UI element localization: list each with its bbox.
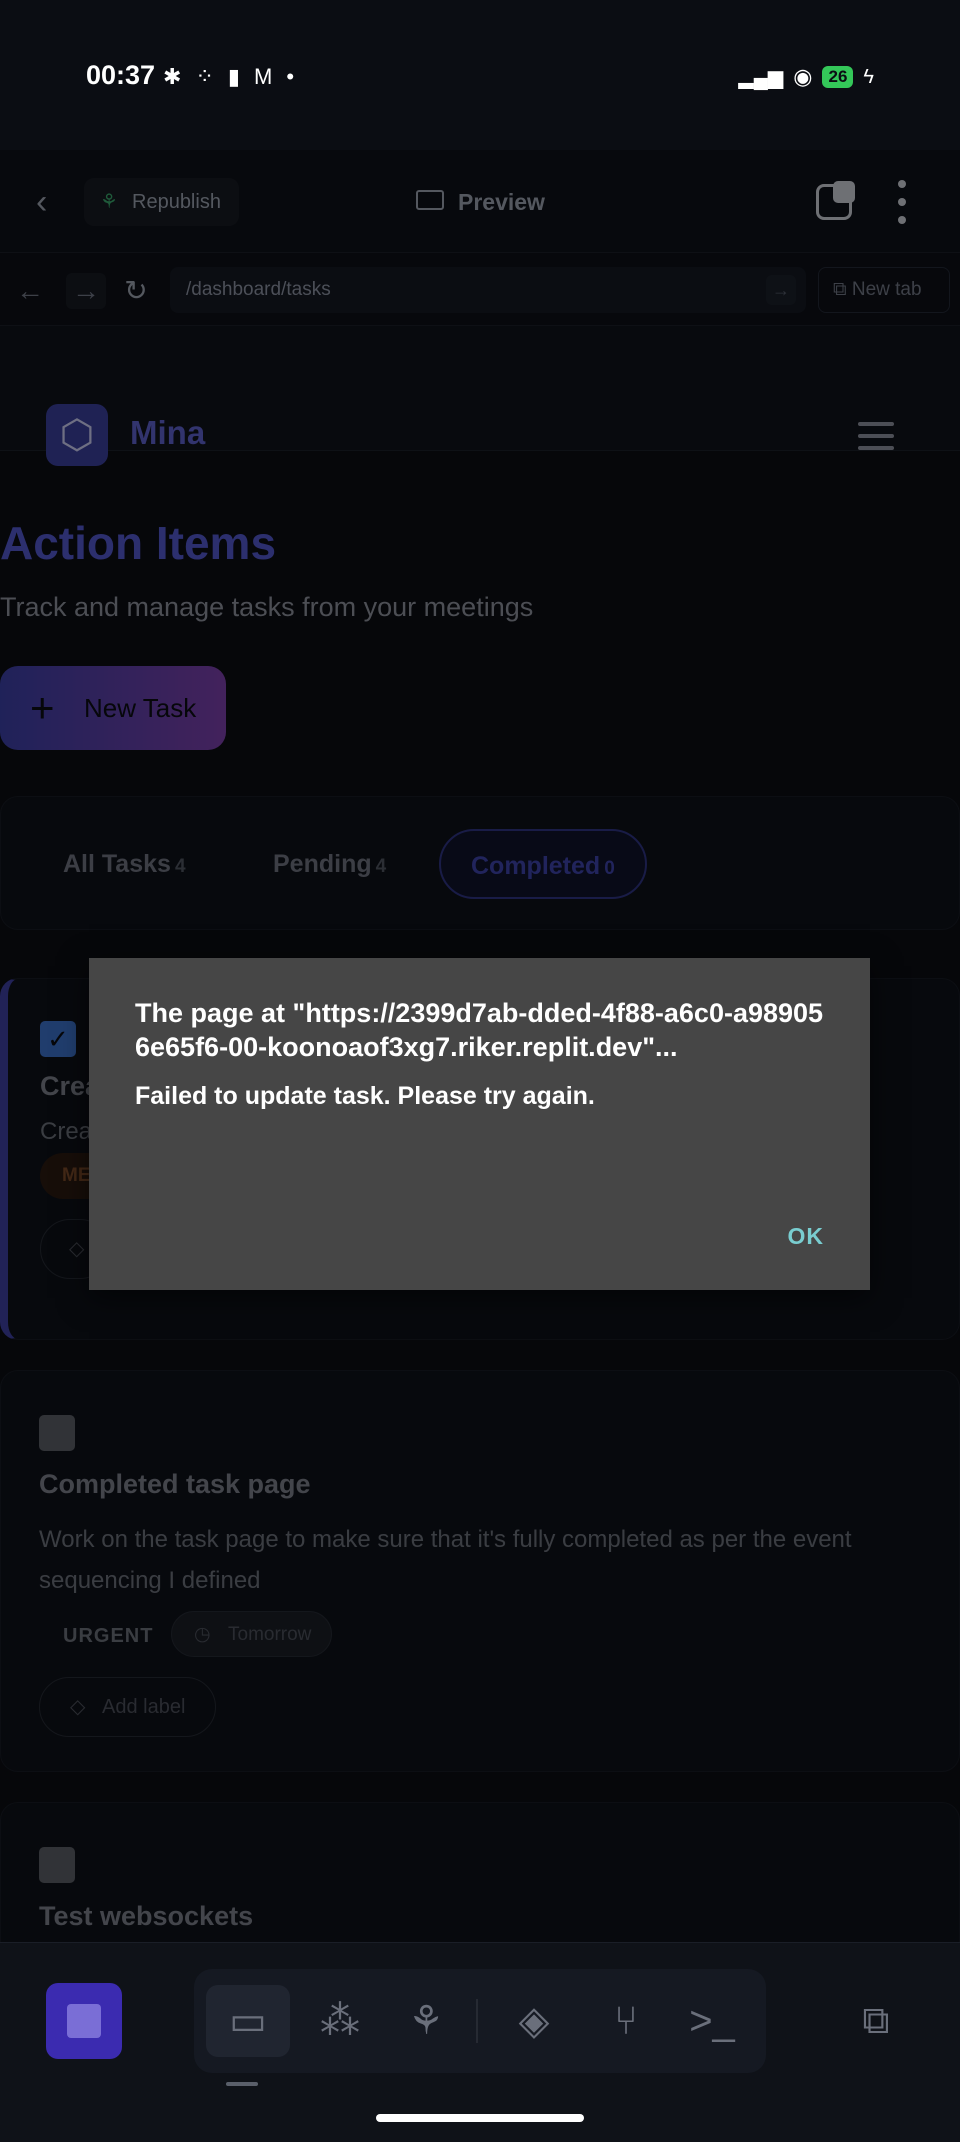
system-icons: ▂▄▆ ◉ 26 ϟ	[738, 64, 874, 90]
status-bar: 00:37 ✱ ⁘ ▮ M • ▂▄▆ ◉ 26 ϟ	[0, 0, 960, 150]
toolbar-divider	[476, 1999, 478, 2043]
stop-button[interactable]	[46, 1983, 122, 2059]
bottom-toolbar: ▭ ⁂ ⚘ ◈ ⑂ >_ ⧉	[0, 1942, 960, 2142]
home-indicator[interactable]	[376, 2114, 584, 2122]
shell-icon[interactable]: ◈	[492, 1985, 576, 2057]
desktop-icon[interactable]: ▭	[206, 1985, 290, 2057]
apps-icon[interactable]: ⁂	[298, 1985, 382, 2057]
tool-group: ▭ ⁂ ⚘ ◈ ⑂ >_	[194, 1969, 766, 2073]
panel-toggle-icon[interactable]: ⧉	[848, 1993, 904, 2049]
drag-handle	[226, 2082, 258, 2086]
deploy-icon[interactable]: ⚘	[384, 1985, 468, 2057]
notification-icons: ✱ ⁘ ▮ M •	[163, 64, 294, 90]
dialog-message: Failed to update task. Please try again.	[135, 1082, 595, 1110]
slack-icon: ✱	[163, 64, 182, 89]
dots-icon: ⁘	[195, 64, 214, 89]
gmail-icon: M	[253, 64, 273, 89]
wifi-icon: ◉	[793, 64, 813, 89]
console-icon[interactable]: >_	[670, 1985, 754, 2057]
dialog-title: The page at "https://2399d7ab-dded-4f88-…	[135, 998, 824, 1062]
battery-saver-icon: ▮	[227, 64, 240, 89]
charging-icon: ϟ	[863, 65, 874, 88]
dot-icon: •	[286, 64, 295, 89]
alert-dialog: The page at "https://2399d7ab-dded-4f88-…	[89, 958, 870, 1290]
ok-button[interactable]: OK	[788, 1223, 825, 1250]
signal-icon: ▂▄▆	[738, 66, 784, 89]
status-time: 00:37	[86, 60, 156, 90]
battery-indicator: 26	[822, 66, 854, 88]
git-icon[interactable]: ⑂	[584, 1985, 668, 2057]
